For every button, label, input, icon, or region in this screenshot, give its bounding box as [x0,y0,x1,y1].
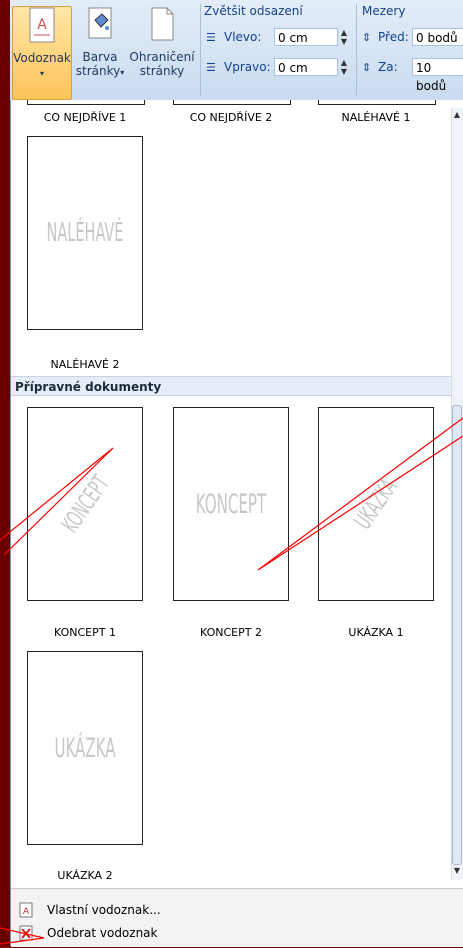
gallery-item-co-nejdrive-2[interactable] [173,100,291,105]
watermark-preview-text: NALÉHAVÉ [46,218,124,248]
scroll-up-icon[interactable]: ▲ [452,110,462,119]
indent-left-spinner[interactable]: ▲ ▼ [338,28,350,46]
page-border-button[interactable]: Ohraničení stránky [128,6,196,98]
gallery-caption: KONCEPT 2 [200,626,262,639]
paint-bucket-icon [85,6,115,44]
indent-left-label: Vlevo: [224,30,262,44]
scrollbar-thumb[interactable] [452,405,462,865]
indent-right-icon: ☰ [206,60,216,74]
spacing-after-label: Za: [378,60,398,74]
remove-watermark-label: Odebrat vodoznak [47,926,158,940]
gallery-caption: CO NEJDŘÍVE 1 [43,111,127,124]
watermark-preview-wrap: UKÁZKA [319,408,433,600]
spacing-after-icon: ⇕ [362,60,372,74]
gallery-item-nalehave-1[interactable] [318,100,436,105]
indent-right-spinner[interactable]: ▲ ▼ [338,58,350,76]
remove-watermark-icon [19,925,33,941]
gallery-caption: NALÉHAVÉ 1 [341,111,411,124]
gallery-caption: CO NEJDŘÍVE 2 [189,111,273,124]
dropdown-arrow-icon: ▾ [39,69,44,78]
ribbon-separator [356,4,357,96]
page-border-label-1: Ohraničení [129,50,195,64]
spacing-group-title: Mezery [362,4,406,18]
indent-group-title: Zvětšit odsazení [204,4,303,18]
watermark-preview-text: KONCEPT [195,488,267,520]
page-color-label-2: stránky [75,64,121,78]
page-color-label-1: Barva [82,50,118,64]
watermark-preview-text: KONCEPT [55,470,115,538]
spacing-before-icon: ⇕ [362,30,372,44]
svg-text:A: A [37,17,47,33]
section-header-draft-documents: Přípravné dokumenty [11,376,451,396]
dropdown-arrow-icon: ▾ [120,68,125,77]
page-border-label-2: stránky [139,64,185,78]
gallery-caption: UKÁZKA 1 [348,626,404,639]
ribbon: A Vodoznak ▾ Barva stránky▾ Ohraničení s… [10,0,463,101]
indent-right-label: Vpravo: [224,60,271,74]
remove-watermark-menu-item[interactable]: Odebrat vodoznak [11,922,451,944]
watermark-preview-text: UKÁZKA [348,473,404,535]
gallery-caption: NALÉHAVÉ 2 [50,358,120,371]
gallery-item-ukazka-2[interactable]: UKÁZKA [27,651,143,845]
watermark-preview-text: UKÁZKA [54,732,116,764]
watermark-preview-wrap: KONCEPT [28,408,142,600]
indent-right-row: ☰ Vpravo: 0 cm ▲ ▼ [206,58,350,76]
page-color-button[interactable]: Barva stránky▾ [74,6,126,98]
page-border-icon [147,6,177,44]
gallery-item-ukazka-1[interactable]: UKÁZKA [318,407,434,601]
watermark-button-label: Vodoznak [13,51,71,65]
indent-left-field[interactable]: 0 cm [274,28,338,46]
gallery-item-koncept-1[interactable]: KONCEPT [27,407,143,601]
indent-left-row: ☰ Vlevo: 0 cm ▲ ▼ [206,28,350,46]
gallery-item-koncept-2[interactable]: KONCEPT [173,407,289,601]
indent-right-field[interactable]: 0 cm [274,58,338,76]
gallery-caption: UKÁZKA 2 [57,869,113,882]
watermark-button[interactable]: A Vodoznak ▾ [12,6,72,100]
scroll-down-icon[interactable]: ▼ [452,866,462,875]
ribbon-separator [200,4,201,96]
gallery-item-nalehave-2[interactable]: NALÉHAVÉ [27,136,143,330]
spacing-before-label: Před: [378,30,409,44]
gallery-caption: KONCEPT 1 [54,626,116,639]
spacing-before-row: ⇕ Před: 0 bodů [362,28,463,46]
watermark-icon: A [27,7,57,45]
spacing-before-field[interactable]: 0 bodů [412,28,463,46]
spacing-after-row: ⇕ Za: 10 bodů [362,58,463,93]
spacing-after-field[interactable]: 10 bodů [412,58,463,93]
custom-watermark-menu-item[interactable]: A Vlastní vodoznak... [11,899,451,921]
indent-left-icon: ☰ [206,30,216,44]
svg-text:A: A [23,907,30,917]
gallery-item-co-nejdrive-1[interactable] [27,100,145,105]
custom-watermark-icon: A [19,902,33,918]
custom-watermark-label: Vlastní vodoznak... [47,903,161,917]
